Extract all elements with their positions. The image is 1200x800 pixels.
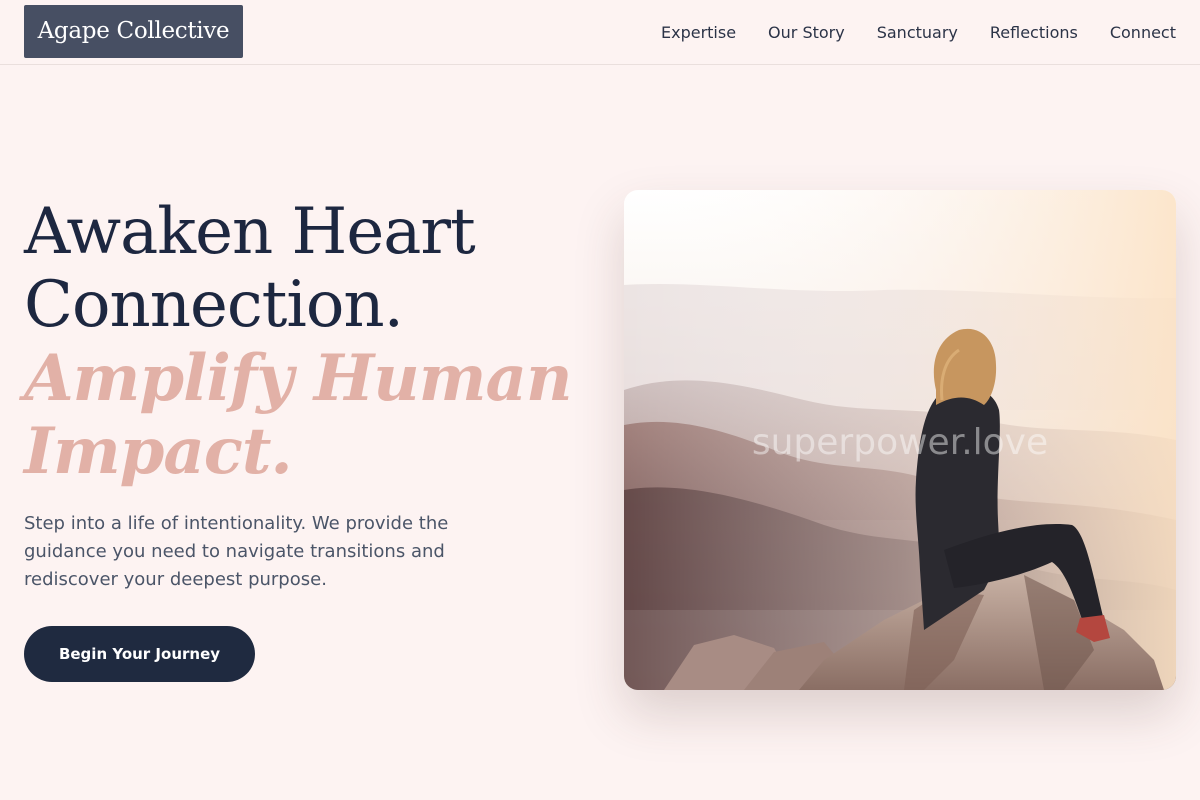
headline-line-3: Amplify Human [24,341,572,416]
hero-subtext: Step into a life of intentionality. We p… [24,513,449,590]
headline-line-2: Connection. [24,268,404,342]
nav-item-sanctuary[interactable]: Sanctuary [877,23,958,42]
headline-line-4: Impact. [24,414,293,489]
nav-item-reflections[interactable]: Reflections [990,23,1078,42]
site-header: Agape Collective Expertise Our Story San… [0,0,1200,65]
headline-line-1: Awaken Heart [24,195,476,269]
nav-item-expertise[interactable]: Expertise [661,23,736,42]
nav-item-our-story[interactable]: Our Story [768,23,845,42]
hero-image: superpower.love [624,190,1176,690]
mountain-scene-illustration [624,190,1176,690]
hero-headline: Awaken Heart Connection. Amplify Human I… [24,195,584,489]
nav-item-connect[interactable]: Connect [1110,23,1176,42]
brand-logo[interactable]: Agape Collective [24,5,243,58]
main-nav: Expertise Our Story Sanctuary Reflection… [661,0,1176,64]
begin-journey-button[interactable]: Begin Your Journey [24,626,255,682]
